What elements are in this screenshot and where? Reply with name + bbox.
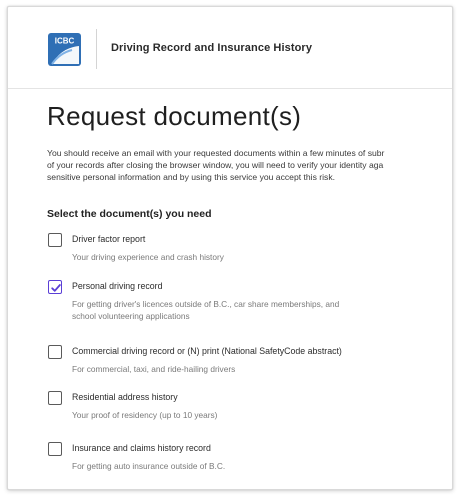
site-header: ICBC Driving Record and Insurance Histor… (8, 7, 452, 89)
icbc-logo-icon[interactable]: ICBC (48, 33, 81, 66)
logo-text: ICBC (55, 37, 75, 46)
checkmark-icon (50, 283, 61, 292)
option-desc: Your driving experience and crash histor… (72, 251, 224, 263)
option-desc-line: school volunteering applications (72, 311, 190, 321)
checkbox-commercial-driving-record[interactable] (48, 345, 62, 359)
option-desc-line: Your proof of residency (up to 10 years) (72, 410, 218, 420)
intro-line: of your records after closing the browse… (47, 160, 384, 170)
checkbox-residential-address-history[interactable] (48, 391, 62, 405)
option-desc-line: For getting auto insurance outside of B.… (72, 461, 226, 471)
option-label: Insurance and claims history record (72, 443, 211, 453)
header-divider (96, 29, 97, 69)
option-desc-line: For commercial, taxi, and ride-hailing d… (72, 364, 236, 374)
option-desc: Your proof of residency (up to 10 years) (72, 409, 217, 421)
option-desc: For commercial, taxi, and ride-hailing d… (72, 363, 235, 375)
page-title: Request document(s) (47, 101, 302, 131)
option-label: Personal driving record (72, 281, 163, 291)
checkbox-insurance-claims-history[interactable] (48, 442, 62, 456)
header-title: Driving Record and Insurance History (111, 42, 313, 54)
option-label: Residential address history (72, 392, 178, 402)
option-desc: For getting auto insurance outside of B.… (72, 460, 225, 472)
checkbox-driver-factor-report[interactable] (48, 233, 62, 247)
section-label: Select the document(s) you need (47, 208, 212, 220)
intro-line: You should receive an email with your re… (47, 148, 385, 158)
checkbox-personal-driving-record[interactable] (48, 280, 62, 294)
option-desc-line: Your driving experience and crash histor… (72, 252, 224, 262)
intro-text: You should receive an email with your re… (47, 147, 452, 183)
option-desc-line: For getting driver's licences outside of… (72, 299, 340, 309)
option-label: Driver factor report (72, 234, 146, 244)
page-frame: ICBC Driving Record and Insurance Histor… (7, 6, 453, 490)
option-label: Commercial driving record or (N) print (… (72, 346, 342, 356)
intro-line: sensitive personal information and by us… (47, 172, 336, 182)
option-desc: For getting driver's licences outside of… (72, 298, 339, 322)
